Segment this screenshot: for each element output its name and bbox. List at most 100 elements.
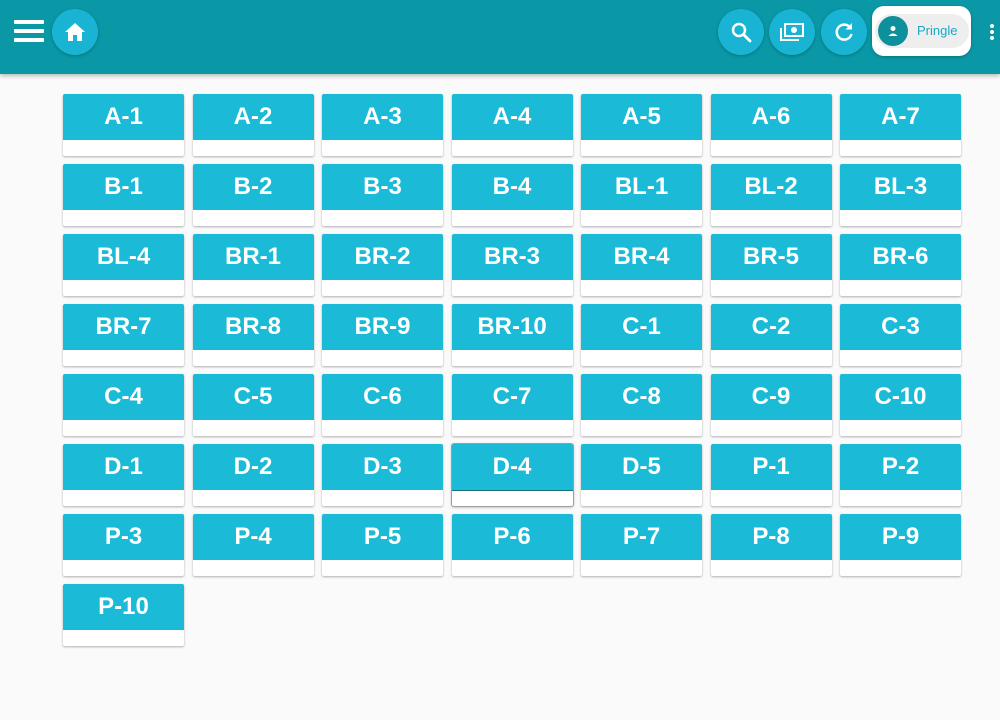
table-tile[interactable]: BR-8 [192,304,314,366]
table-tile[interactable]: C-10 [840,374,961,436]
table-tile[interactable]: P-1 [710,444,832,506]
table-tile[interactable]: P-3 [63,514,184,576]
table-tile[interactable]: P-5 [322,514,443,576]
table-tile[interactable]: B-2 [192,164,314,226]
table-tile[interactable]: C-1 [581,304,702,366]
table-tile-label: C-4 [63,374,184,420]
avatar [878,16,908,46]
table-tile-label: C-8 [581,374,702,420]
table-tile-label: C-7 [451,374,573,420]
table-tile-label: A-7 [840,94,961,140]
table-tile[interactable]: BR-4 [581,234,702,296]
table-tile-label: A-2 [192,94,314,140]
search-button[interactable] [718,9,764,55]
table-tile-label: BR-4 [581,234,702,280]
table-tile[interactable]: C-5 [192,374,314,436]
table-tile-label: P-7 [581,514,702,560]
table-tile-label: B-2 [192,164,314,210]
table-tile[interactable]: P-8 [710,514,832,576]
table-tile-label: P-9 [840,514,961,560]
table-tile[interactable]: C-6 [322,374,443,436]
table-tile[interactable]: BR-1 [192,234,314,296]
table-tile-label: P-2 [840,444,961,490]
table-tile[interactable]: A-3 [322,94,443,156]
table-tile-label: D-1 [63,444,184,490]
hamburger-menu-icon[interactable] [14,20,44,44]
table-tile-label: BL-2 [710,164,832,210]
table-tile-label: A-6 [710,94,832,140]
table-tile[interactable]: BL-4 [63,234,184,296]
table-tile[interactable]: C-9 [710,374,832,436]
table-tile[interactable]: B-1 [63,164,184,226]
table-tile[interactable]: D-3 [322,444,443,506]
table-tile[interactable]: B-4 [451,164,573,226]
table-tile[interactable]: P-2 [840,444,961,506]
table-tile-label: BR-1 [192,234,314,280]
table-tile-label: A-3 [322,94,443,140]
table-tile-label: P-3 [63,514,184,560]
table-tile[interactable]: D-1 [63,444,184,506]
table-tile[interactable]: BL-3 [840,164,961,226]
table-tile-label: BR-7 [63,304,184,350]
table-tile[interactable]: P-6 [451,514,573,576]
table-tile-label: BR-6 [840,234,961,280]
user-chip: Pringle [875,14,969,48]
table-tile-label: BR-5 [710,234,832,280]
table-tile[interactable]: BR-2 [322,234,443,296]
table-tile[interactable]: D-4 [451,444,573,506]
table-tile[interactable]: D-5 [581,444,702,506]
table-tile[interactable]: P-7 [581,514,702,576]
table-tile-label: C-3 [840,304,961,350]
table-tile[interactable]: P-10 [63,584,184,646]
table-tile[interactable]: BL-2 [710,164,832,226]
table-tile[interactable]: BL-1 [581,164,702,226]
top-app-bar: Pringle [0,0,1000,74]
table-tile[interactable]: BR-5 [710,234,832,296]
table-tile-label: P-10 [63,584,184,630]
table-tile[interactable]: C-8 [581,374,702,436]
user-account-button[interactable]: Pringle [872,6,971,56]
table-tile-label: P-5 [322,514,443,560]
table-tile[interactable]: C-7 [451,374,573,436]
table-tile-label: BR-10 [451,304,573,350]
table-tile[interactable]: BR-3 [451,234,573,296]
table-tile[interactable]: D-2 [192,444,314,506]
table-tile-label: BL-3 [840,164,961,210]
table-tile[interactable]: P-9 [840,514,961,576]
table-tile[interactable]: A-7 [840,94,961,156]
table-tile-label: P-1 [710,444,832,490]
table-tile[interactable]: A-4 [451,94,573,156]
table-tile-label: C-9 [710,374,832,420]
table-tile-label: P-6 [451,514,573,560]
table-tile[interactable]: C-3 [840,304,961,366]
table-tile[interactable]: A-6 [710,94,832,156]
table-tile-label: D-2 [192,444,314,490]
table-tile[interactable]: C-4 [63,374,184,436]
table-tile-label: C-6 [322,374,443,420]
user-name: Pringle [917,23,958,38]
table-tile[interactable]: P-4 [192,514,314,576]
home-icon [65,23,85,41]
table-tile-label: BR-9 [322,304,443,350]
refresh-button[interactable] [821,9,867,55]
table-tile-label: D-4 [451,444,573,491]
table-tile-label: C-10 [840,374,961,420]
table-tile[interactable]: C-2 [710,304,832,366]
table-tile-label: A-5 [581,94,702,140]
table-tile-label: BR-3 [451,234,573,280]
table-tile[interactable]: A-1 [63,94,184,156]
table-tile[interactable]: BR-6 [840,234,961,296]
home-button[interactable] [52,9,98,55]
refresh-icon [835,23,853,41]
table-tile[interactable]: BR-9 [322,304,443,366]
table-tile[interactable]: A-2 [192,94,314,156]
cash-button[interactable] [769,9,815,55]
table-tile[interactable]: BR-7 [63,304,184,366]
table-tile-label: D-5 [581,444,702,490]
table-tile[interactable]: B-3 [322,164,443,226]
table-tile[interactable]: A-5 [581,94,702,156]
table-tile[interactable]: BR-10 [451,304,573,366]
table-tile-label: B-4 [451,164,573,210]
more-vertical-icon[interactable] [987,22,997,42]
table-tile-label: BL-1 [581,164,702,210]
